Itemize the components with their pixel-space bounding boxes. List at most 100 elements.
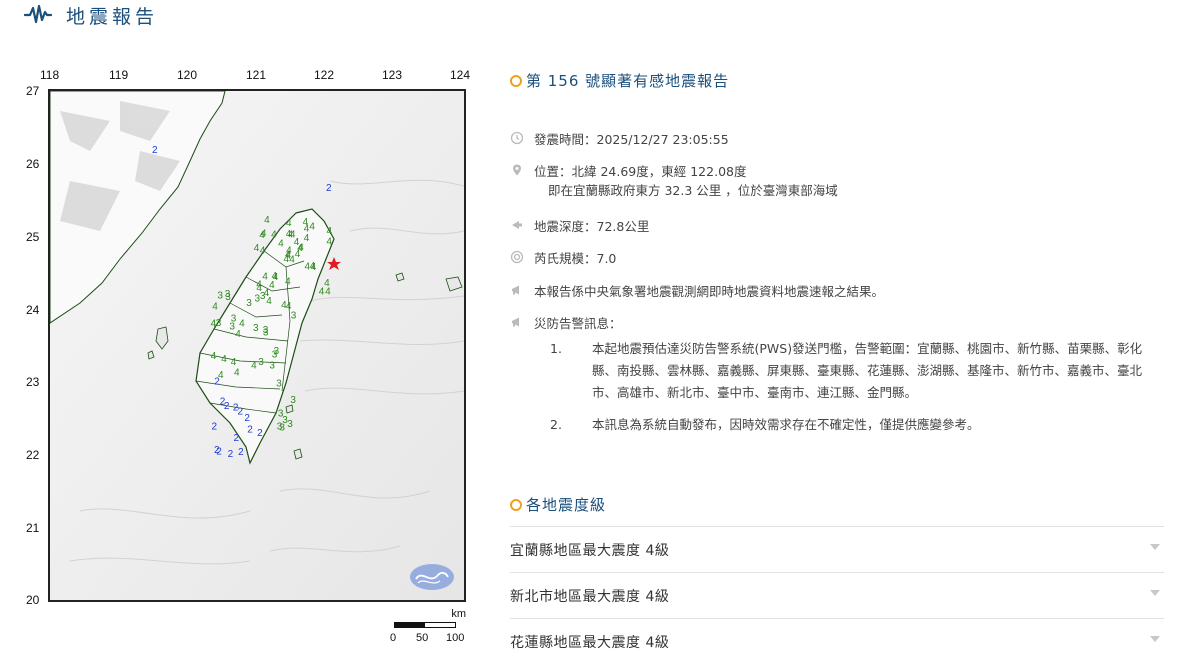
lon-label: 123 bbox=[382, 68, 403, 82]
intensity-mark-4: 4 bbox=[288, 229, 294, 240]
lat-label: 27 bbox=[26, 84, 40, 98]
scale-unit: km bbox=[451, 608, 466, 620]
bullet-icon bbox=[510, 74, 522, 87]
intensity-mark-3: 3 bbox=[217, 291, 223, 302]
intensity-mark-4: 4 bbox=[304, 233, 310, 244]
intensity-mark-3: 4 bbox=[266, 296, 272, 307]
intensity-mark-3: 3 bbox=[269, 360, 275, 371]
intensity-mark-3: 4 bbox=[234, 367, 240, 378]
accordion-hualien[interactable]: 花蓮縣地區最大震度 4級 bbox=[510, 618, 1164, 665]
chevron-down-icon[interactable] bbox=[1150, 590, 1160, 596]
intensity-mark-3: 3 bbox=[255, 293, 261, 304]
intensity-mark-4: 4 bbox=[324, 278, 330, 289]
report-note: 本報告係中央氣象署地震觀測網即時地震資料地震速報之結果。 bbox=[534, 284, 885, 299]
page-header: 地震報告 bbox=[24, 0, 158, 30]
warning-title-row: 災防告警訊息： bbox=[510, 314, 622, 333]
lat-label: 23 bbox=[26, 375, 40, 389]
warning-number: 1. bbox=[550, 341, 562, 356]
intensity-mark-2: 2 bbox=[220, 397, 226, 408]
megaphone-icon bbox=[512, 285, 519, 295]
intensity-mark-4: 4 bbox=[261, 229, 267, 240]
intensity-section-title-text: 各地震度級 bbox=[526, 496, 607, 514]
intensity-mark-3: 3 bbox=[260, 291, 266, 302]
intensity-mark-3: 4 bbox=[231, 357, 237, 368]
intensity-mark-3: 3 bbox=[258, 357, 264, 368]
magnitude-icon bbox=[510, 250, 524, 264]
intensity-mark-3: 4 bbox=[281, 300, 287, 311]
warning-list: 1. 本起地震預估達災防告警系統(PWS)發送門檻，告警範圍：宜蘭縣、桃園市、新… bbox=[550, 338, 1162, 446]
accordion-yilan[interactable]: 宜蘭縣地區最大震度 4級 bbox=[510, 526, 1164, 573]
map-scale: km 0 50 100 bbox=[390, 608, 466, 652]
intensity-mark-2: 2 bbox=[326, 183, 332, 194]
lon-label: 124 bbox=[450, 68, 471, 82]
lon-label: 121 bbox=[246, 68, 267, 82]
lat-label: 26 bbox=[26, 157, 40, 171]
chevron-down-icon[interactable] bbox=[1150, 544, 1160, 550]
cwa-logo-icon bbox=[410, 564, 454, 590]
intensity-mark-3: 3 bbox=[287, 419, 293, 430]
intensity-map: 118 119 120 121 122 123 124 27 26 25 24 … bbox=[24, 64, 474, 654]
seismic-wave-icon bbox=[24, 4, 52, 24]
intensity-mark-4: 4 bbox=[264, 215, 270, 226]
intensity-mark-2: 2 bbox=[212, 421, 218, 432]
warning-item: 2. 本訊息為系統自動發布，因時效需求存在不確定性，僅提供應變參考。 bbox=[550, 414, 1162, 436]
intensity-mark-2: 2 bbox=[244, 413, 250, 424]
accordion-label: 花蓮縣地區最大震度 4級 bbox=[510, 635, 670, 651]
focal-depth: 地震深度：72.8公里 bbox=[534, 219, 650, 234]
location-row: 位置：北緯 24.69度，東經 122.08度 即在宜蘭縣政府東方 32.3 公… bbox=[510, 162, 838, 200]
warning-text: 本訊息為系統自動發布，因時效需求存在不確定性，僅提供應變參考。 bbox=[592, 417, 980, 432]
intensity-mark-4: 4 bbox=[271, 230, 277, 241]
page-title: 地震報告 bbox=[66, 5, 159, 28]
intensity-mark-3: 3 bbox=[246, 298, 252, 309]
lat-label: 25 bbox=[26, 230, 40, 244]
intensity-mark-4: 4 bbox=[260, 246, 266, 257]
intensity-mark-3: 4 bbox=[251, 361, 257, 372]
intensity-mark-2: 2 bbox=[238, 447, 244, 458]
note-row: 本報告係中央氣象署地震觀測網即時地震資料地震速報之結果。 bbox=[510, 282, 884, 301]
chevron-down-icon[interactable] bbox=[1150, 636, 1160, 642]
origin-time: 發震時間：2025/12/27 23:05:55 bbox=[534, 132, 729, 147]
intensity-mark-2: 2 bbox=[247, 425, 253, 436]
lon-label: 120 bbox=[177, 68, 198, 82]
accordion-label: 新北市地區最大震度 4級 bbox=[510, 589, 670, 605]
intensity-mark-2: 2 bbox=[152, 145, 158, 156]
lon-label: 119 bbox=[109, 68, 129, 82]
accordion-label: 宜蘭縣地區最大震度 4級 bbox=[510, 543, 670, 559]
intensity-mark-3: 3 bbox=[291, 311, 297, 322]
report-title: 第 156 號顯著有感地震報告 bbox=[510, 70, 729, 91]
intensity-mark-2: 2 bbox=[216, 447, 222, 458]
lat-label: 21 bbox=[26, 521, 40, 535]
intensity-mark-2: 2 bbox=[238, 406, 244, 417]
location-relative: 即在宜蘭縣政府東方 32.3 公里 ，位於臺灣東部海域 bbox=[548, 183, 838, 198]
warning-title: 災防告警訊息： bbox=[534, 316, 622, 331]
accordion-new-taipei[interactable]: 新北市地區最大震度 4級 bbox=[510, 572, 1164, 619]
scale-tick: 100 bbox=[446, 632, 465, 644]
location-coords: 位置：北緯 24.69度，東經 122.08度 bbox=[534, 164, 747, 179]
intensity-mark-4: 4 bbox=[286, 245, 292, 256]
intensity-mark-4: 4 bbox=[309, 221, 315, 232]
depth-arrow-icon bbox=[512, 221, 522, 229]
scale-bar bbox=[394, 622, 456, 628]
intensity-mark-3: 4 bbox=[235, 329, 241, 340]
intensity-mark-3: 3 bbox=[282, 415, 288, 426]
lat-label: 20 bbox=[26, 593, 40, 607]
depth-row: 地震深度：72.8公里 bbox=[510, 217, 649, 236]
intensity-mark-3: 3 bbox=[216, 318, 222, 329]
intensity-mark-4: 4 bbox=[272, 271, 278, 282]
intensity-mark-3: 3 bbox=[276, 379, 282, 390]
lat-label: 24 bbox=[26, 303, 40, 317]
report-title-text: 第 156 號顯著有感地震報告 bbox=[526, 72, 730, 90]
intensity-mark-4: 4 bbox=[278, 238, 284, 249]
intensity-section-title: 各地震度級 bbox=[510, 494, 606, 515]
intensity-mark-2: 2 bbox=[257, 428, 263, 439]
magnitude: 芮氏規模：7.0 bbox=[534, 251, 617, 266]
intensity-mark-3: 3 bbox=[253, 323, 259, 334]
magnitude-row: 芮氏規模：7.0 bbox=[510, 249, 616, 268]
map-svg: 4444444444444444444444 444444444444444444… bbox=[50, 91, 464, 600]
location-pin-icon bbox=[513, 164, 521, 176]
scale-tick: 0 bbox=[390, 632, 397, 644]
intensity-mark-3: 4 bbox=[221, 354, 227, 365]
intensity-mark-3: 3 bbox=[290, 395, 296, 406]
lon-label: 118 bbox=[40, 68, 60, 82]
intensity-mark-3: 3 bbox=[231, 313, 237, 324]
